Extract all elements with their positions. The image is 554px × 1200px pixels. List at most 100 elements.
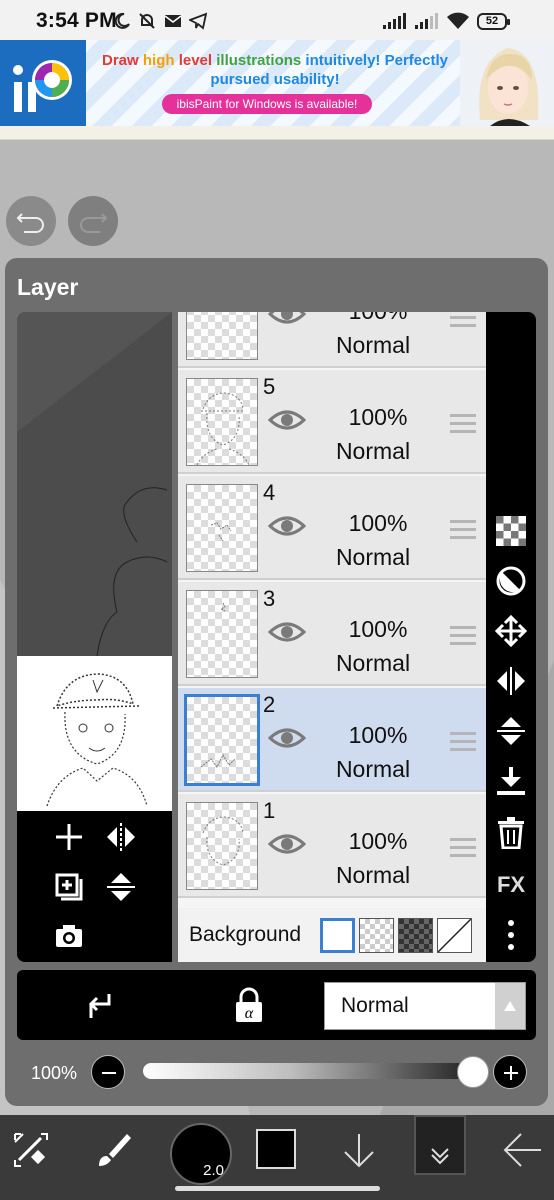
opacity-slider-knob[interactable] — [457, 1056, 489, 1088]
blend-mode-select[interactable]: Normal — [324, 982, 526, 1030]
brush-size-button[interactable]: 2.0 — [170, 1123, 232, 1185]
eye-icon[interactable] — [268, 726, 306, 750]
eye-icon[interactable] — [268, 832, 306, 856]
add-layer-button[interactable] — [49, 817, 89, 857]
clipping-toggle-button[interactable] — [77, 986, 117, 1026]
color-picker-button[interactable] — [256, 1129, 296, 1169]
alpha-lock-button[interactable]: α — [229, 986, 269, 1026]
layer-thumbnail — [186, 312, 258, 360]
camera-icon — [56, 925, 82, 947]
layer-row-selected[interactable]: 2 100% Normal — [178, 688, 486, 792]
transparency-lock-button[interactable] — [492, 512, 530, 550]
flip-layer-horizontal-button[interactable] — [492, 662, 530, 700]
gesture-nav-bar[interactable] — [175, 1186, 380, 1191]
drag-handle-icon[interactable] — [450, 838, 476, 862]
plus-icon — [56, 824, 82, 850]
layer-number: 4 — [263, 480, 276, 505]
opacity-value: 100% — [31, 1063, 78, 1083]
eye-icon[interactable] — [268, 514, 306, 538]
opacity-slider[interactable] — [143, 1063, 473, 1079]
ad-word: pursued usability! — [210, 71, 340, 88]
delete-layer-button[interactable] — [492, 814, 530, 852]
trash-icon — [498, 817, 524, 849]
layer-row[interactable]: 100% Normal — [178, 312, 486, 368]
app-root: 3:54 PM 52 Draw high level illustrations… — [0, 0, 554, 1200]
duplicate-icon — [55, 873, 83, 901]
background-light-checker-option[interactable] — [359, 918, 394, 953]
ad-divider — [0, 126, 554, 140]
brush-tool-button[interactable] — [90, 1115, 136, 1185]
fx-button[interactable]: FX — [492, 866, 530, 904]
flip-canvas-vertical-button[interactable] — [101, 867, 141, 907]
layer-opacity: 100% — [328, 312, 428, 325]
mail-icon — [164, 15, 182, 27]
opacity-control: 100% — [17, 1048, 536, 1096]
ad-word: Draw — [102, 52, 139, 69]
layer-row[interactable]: 3 100% Normal — [178, 582, 486, 686]
status-time: 3:54 PM — [36, 9, 117, 32]
clipping-button[interactable] — [492, 562, 530, 600]
drag-handle-icon[interactable] — [450, 520, 476, 544]
background-white-option[interactable] — [320, 918, 355, 953]
background-row: Background — [178, 908, 486, 962]
layer-number: 1 — [263, 798, 276, 823]
undo-button[interactable] — [6, 196, 56, 246]
background-label: Background — [189, 923, 302, 946]
checker-icon — [496, 516, 526, 546]
status-bar: 3:54 PM 52 — [0, 0, 554, 40]
dropdown-arrow-icon — [495, 983, 525, 1029]
drag-handle-icon[interactable] — [450, 732, 476, 756]
moon-icon — [114, 12, 130, 29]
layer-row[interactable]: 1 100% Normal — [178, 794, 486, 898]
layer-opacity: 100% — [348, 616, 408, 642]
opacity-increase-button[interactable] — [493, 1055, 527, 1089]
contrast-icon — [496, 566, 526, 596]
import-photo-button[interactable] — [49, 917, 89, 957]
ad-word: high — [138, 52, 175, 69]
drag-handle-icon[interactable] — [450, 312, 476, 332]
preview-sketch — [17, 312, 172, 657]
layer-down-button[interactable] — [336, 1115, 382, 1185]
background-dark-checker-option[interactable] — [398, 918, 433, 953]
lock-alpha-icon: α — [236, 987, 262, 1022]
layer-thumbnail — [186, 378, 258, 466]
eye-icon[interactable] — [268, 312, 306, 326]
layer-options-bar: α Normal — [17, 970, 536, 1040]
merge-down-button[interactable] — [492, 762, 530, 800]
more-vert-icon — [508, 920, 514, 950]
opacity-decrease-button[interactable] — [91, 1055, 125, 1089]
preview-thumbnail[interactable] — [17, 656, 172, 811]
layer-row[interactable]: 5 100% Normal — [178, 370, 486, 474]
bell-off-icon — [139, 13, 155, 29]
duplicate-layer-button[interactable] — [49, 867, 89, 907]
background-transparent-option[interactable] — [437, 918, 472, 953]
move-layer-button[interactable] — [492, 612, 530, 650]
eye-icon[interactable] — [268, 408, 306, 432]
flip-canvas-horizontal-button[interactable] — [101, 817, 141, 857]
ad-headline: Draw high level illustrations intuitivel… — [100, 51, 450, 89]
drag-handle-icon[interactable] — [450, 626, 476, 650]
fx-icon: FX — [496, 872, 526, 897]
back-button[interactable] — [498, 1115, 548, 1185]
more-options-button[interactable] — [492, 916, 530, 954]
flip-vertical-icon — [107, 873, 135, 901]
flip-layer-vertical-button[interactable] — [492, 712, 530, 750]
menu-expand-button[interactable] — [414, 1115, 466, 1175]
layer-thumbnail — [184, 694, 260, 786]
layer-number: 3 — [263, 586, 276, 611]
layer-blend-mode: Normal — [335, 650, 411, 676]
ad-character-image — [460, 40, 554, 126]
canvas-preview[interactable] — [17, 312, 172, 962]
drag-handle-icon[interactable] — [450, 414, 476, 438]
transform-tool-button[interactable] — [8, 1115, 54, 1185]
signal-icon — [383, 13, 406, 29]
layer-row[interactable]: 4 100% Normal — [178, 476, 486, 580]
eye-icon[interactable] — [268, 620, 306, 644]
brush-icon — [99, 1134, 131, 1166]
blend-mode-value: Normal — [341, 994, 409, 1017]
arrow-down-icon — [344, 1134, 374, 1168]
ad-banner[interactable]: Draw high level illustrations intuitivel… — [0, 40, 554, 126]
redo-button[interactable] — [68, 196, 118, 246]
ad-pill[interactable]: ibisPaint for Windows is available! — [162, 94, 372, 114]
flip-vertical-icon — [497, 717, 525, 745]
